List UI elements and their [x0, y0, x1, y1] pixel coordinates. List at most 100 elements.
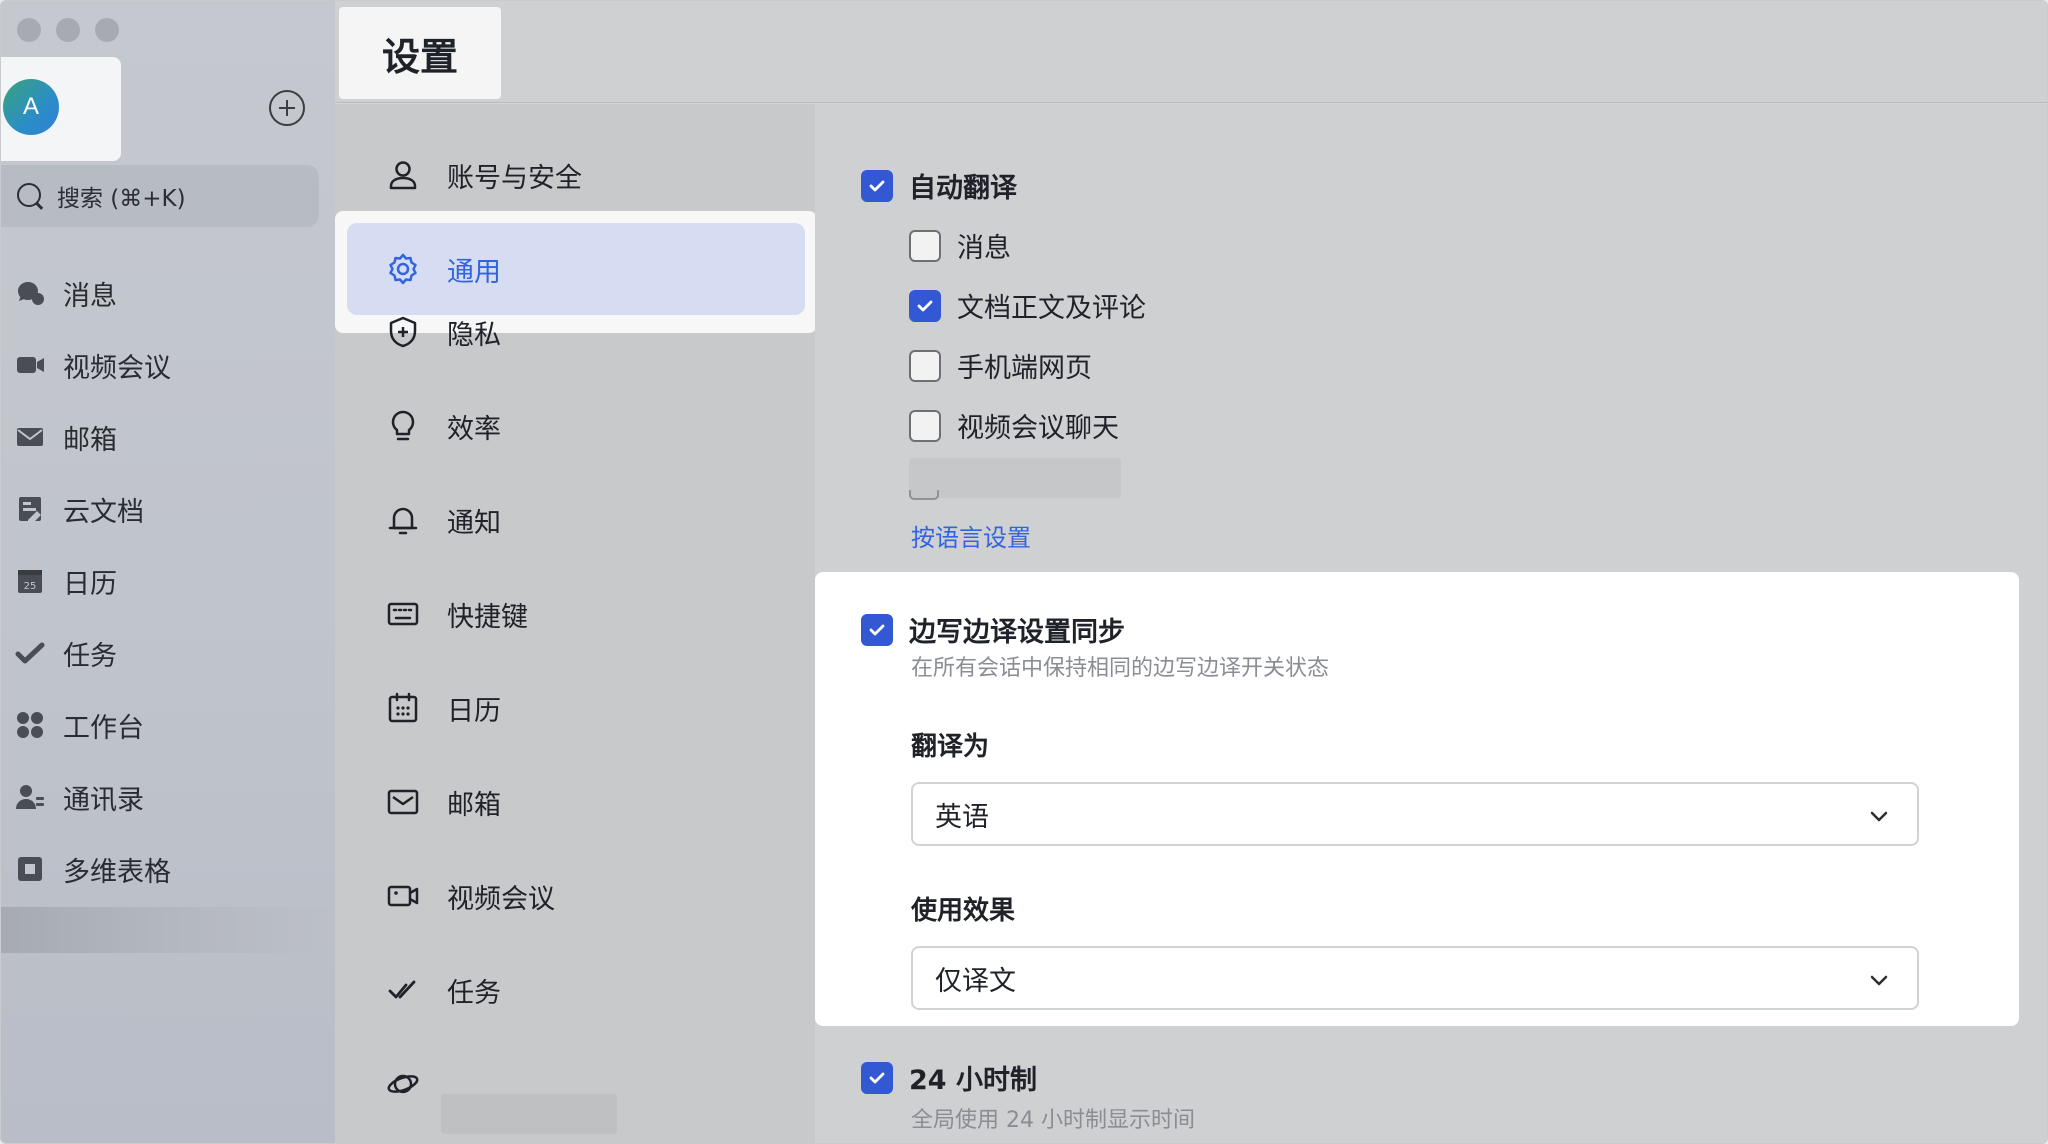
settings-nav-item-account[interactable]: 账号与安全 [335, 128, 815, 222]
add-button[interactable] [269, 90, 305, 126]
bell-icon [385, 502, 421, 538]
app-nav-label: 视频会议 [63, 352, 171, 384]
avatar[interactable]: A [3, 79, 59, 135]
translate-to-value: 英语 [935, 801, 989, 833]
sidebar-blurred-item [1, 907, 335, 953]
settings-nav-label: 账号与安全 [447, 162, 582, 194]
sync-description: 在所有会话中保持相同的边写边译开关状态 [911, 656, 1330, 681]
option-messages-row[interactable]: 消息 [909, 226, 1011, 265]
document-icon [13, 492, 47, 526]
header: 设置 [335, 1, 2047, 103]
settings-nav-label: 快捷键 [447, 601, 528, 633]
app-sidebar: A 搜索 (⌘+K) 消息 视频会议 邮箱 云文档 25 日历 任务 工作台 通… [1, 1, 335, 1143]
search-icon [15, 181, 45, 211]
planet-icon [385, 1066, 421, 1102]
sync-row[interactable]: 边写边译设置同步 [861, 610, 1125, 649]
page-title: 设置 [339, 7, 501, 99]
close-window-button[interactable] [17, 18, 41, 42]
settings-nav-item-efficiency[interactable]: 效率 [335, 379, 815, 473]
clock24-checkbox[interactable] [861, 1061, 893, 1094]
check-icon [869, 624, 885, 635]
settings-nav-label: 效率 [447, 413, 501, 445]
option-blurred-row [909, 458, 1121, 500]
app-nav-item-base[interactable]: 多维表格 [1, 833, 335, 905]
checkmark-icon [13, 636, 47, 670]
window-controls [17, 18, 119, 42]
option-docs-row[interactable]: 文档正文及评论 [909, 286, 1146, 325]
auto-translate-checkbox[interactable] [861, 169, 893, 202]
settings-nav-blurred-label [441, 1094, 617, 1134]
effect-select[interactable]: 仅译文 [911, 946, 1919, 1010]
search-placeholder: 搜索 (⌘+K) [57, 186, 186, 212]
shield-icon [385, 314, 421, 350]
settings-nav-item-shortcuts[interactable]: 快捷键 [335, 567, 815, 661]
settings-nav-item-tasks[interactable]: 任务 [335, 943, 815, 1037]
app-nav-item-tasks[interactable]: 任务 [1, 617, 335, 689]
option-messages-checkbox[interactable] [909, 229, 941, 262]
app-nav-label: 消息 [63, 280, 117, 312]
settings-nav-item-notifications[interactable]: 通知 [335, 473, 815, 567]
settings-nav-item-mail[interactable]: 邮箱 [335, 755, 815, 849]
settings-nav: 账号与安全 通用 隐私 效率 通知 快捷键 日历 邮箱 视频会议 任务 [335, 104, 817, 1143]
zoom-window-button[interactable] [95, 18, 119, 42]
app-nav-label: 云文档 [63, 496, 144, 528]
translate-to-select[interactable]: 英语 [911, 782, 1919, 846]
effect-value: 仅译文 [935, 965, 1016, 997]
mail-icon [13, 420, 47, 454]
minimize-window-button[interactable] [56, 18, 80, 42]
settings-nav-label: 视频会议 [447, 883, 555, 915]
app-nav-item-contacts[interactable]: 通讯录 [1, 761, 335, 833]
option-label: 消息 [957, 233, 1011, 264]
check-icon [869, 1072, 885, 1083]
app-nav-label: 通讯录 [63, 784, 144, 816]
app-nav: 消息 视频会议 邮箱 云文档 25 日历 任务 工作台 通讯录 多维表格 [1, 257, 335, 905]
settings-nav-label: 邮箱 [447, 789, 501, 821]
option-video-chat-checkbox[interactable] [909, 409, 941, 442]
clock24-row[interactable]: 24 小时制 [861, 1058, 1037, 1097]
video-camera-icon [13, 348, 47, 382]
clock24-label: 24 小时制 [909, 1065, 1037, 1096]
translate-to-label: 翻译为 [911, 732, 990, 762]
calendar-badge: 25 [24, 581, 37, 592]
app-nav-item-video[interactable]: 视频会议 [1, 329, 335, 401]
app-nav-label: 工作台 [63, 712, 144, 744]
lightbulb-icon [385, 408, 421, 444]
checkmark-icon [385, 972, 421, 1008]
app-nav-item-messages[interactable]: 消息 [1, 257, 335, 329]
app-nav-label: 邮箱 [63, 424, 117, 456]
by-language-link[interactable]: 按语言设置 [911, 518, 1031, 553]
check-icon [917, 300, 933, 311]
app-nav-label: 任务 [63, 640, 117, 672]
settings-nav-item-privacy[interactable]: 隐私 [335, 285, 815, 379]
option-mobile-web-row[interactable]: 手机端网页 [909, 346, 1092, 385]
video-camera-icon [385, 878, 421, 914]
app-nav-item-mail[interactable]: 邮箱 [1, 401, 335, 473]
settings-nav-label: 日历 [447, 695, 501, 727]
app-nav-item-docs[interactable]: 云文档 [1, 473, 335, 545]
settings-nav-item-calendar[interactable]: 日历 [335, 661, 815, 755]
settings-nav-label: 通知 [447, 507, 501, 539]
sync-settings-panel: 边写边译设置同步 在所有会话中保持相同的边写边译开关状态 翻译为 英语 使用效果… [815, 572, 2019, 1026]
sync-checkbox[interactable] [861, 613, 893, 646]
app-nav-item-calendar[interactable]: 25 日历 [1, 545, 335, 617]
option-video-chat-row[interactable]: 视频会议聊天 [909, 406, 1119, 445]
effect-label: 使用效果 [911, 896, 1016, 926]
auto-translate-label: 自动翻译 [909, 173, 1017, 204]
app-window: A 搜索 (⌘+K) 消息 视频会议 邮箱 云文档 25 日历 任务 工作台 通… [0, 0, 2048, 1144]
settings-nav-label: 隐私 [447, 319, 501, 351]
clock24-description: 全局使用 24 小时制显示时间 [911, 1108, 1195, 1133]
app-nav-label: 日历 [63, 568, 117, 600]
settings-nav-label: 任务 [447, 977, 501, 1009]
mail-icon [385, 784, 421, 820]
keyboard-icon [385, 596, 421, 632]
chat-bubble-icon [13, 276, 47, 310]
search-bar[interactable]: 搜索 (⌘+K) [1, 165, 319, 227]
settings-nav-item-video[interactable]: 视频会议 [335, 849, 815, 943]
gear-icon [385, 251, 421, 287]
option-label: 手机端网页 [957, 353, 1092, 384]
auto-translate-row[interactable]: 自动翻译 [861, 166, 1017, 205]
option-mobile-web-checkbox[interactable] [909, 349, 941, 382]
option-docs-checkbox[interactable] [909, 289, 941, 322]
contacts-icon [13, 780, 47, 814]
app-nav-item-workspace[interactable]: 工作台 [1, 689, 335, 761]
